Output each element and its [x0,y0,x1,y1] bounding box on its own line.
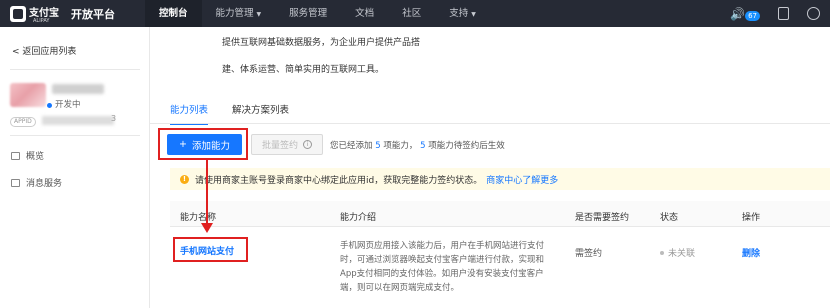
sidebar-item-overview[interactable]: 概览 [11,149,44,162]
nav-support[interactable]: 支持 ▼ [435,0,490,27]
brand-name-en: ALIPAY [33,18,50,24]
chevron-down-icon: ▼ [256,11,262,18]
batch-sign-button[interactable]: 批量签约 i [251,134,323,155]
main-content: 提供互联网基础数据服务，为企业用户提供产品搭 建、体系运营、简单实用的互联网工具… [150,27,830,308]
sidebar-item-message-service[interactable]: 消息服务 [11,176,62,189]
back-to-app-list[interactable]: < 返回应用列表 [12,44,76,57]
th-status: 状态 [660,213,679,223]
nav-capability-management[interactable]: 能力管理 ▼ [202,0,276,27]
speaker-icon: 🔊 [730,6,746,21]
app-avatar [10,83,46,107]
alipay-logo-icon [10,5,26,22]
tab-solution-list[interactable]: 解决方案列表 [232,102,289,125]
user-icon[interactable] [807,7,820,20]
info-icon: i [303,140,312,149]
tab-capability-list[interactable]: 能力列表 [170,102,209,125]
chevron-left-icon: < [12,47,20,57]
warning-icon: ! [180,174,189,184]
alipay-logo[interactable]: 支付宝 ALIPAY 开放平台 [0,5,145,24]
th-action: 操作 [742,213,761,223]
appid-tag: APPID [10,117,36,127]
need-sign-value: 需签约 [575,249,603,259]
notification-badge: 67 [745,10,760,21]
tabs: 能力列表 解决方案列表 [170,102,289,125]
plus-icon: + [179,139,187,150]
th-capability-intro: 能力介绍 [340,213,377,223]
notice-banner: ! 请使用商家主账号登录商家中心绑定此应用id，获取完整能力签约状态。 商家中心… [170,168,830,190]
annotation-arrow-head [201,223,213,233]
overview-icon [11,151,20,160]
appid-tail: 3 [111,114,117,123]
added-summary: 您已经添加 5 项能力， 5 项能力待签约后生效 [330,141,505,151]
chevron-down-icon: ▼ [471,11,476,18]
delete-button[interactable]: 删除 [742,246,760,259]
add-capability-button[interactable]: + 添加能力 [167,134,242,155]
nav-community[interactable]: 社区 [388,0,435,27]
brand-name: 支付宝 [29,7,59,19]
notification-button[interactable]: 🔊 67 [730,7,760,21]
sidebar: < 返回应用列表 开发中 APPID 3 概览 消息服务 [0,27,150,308]
divider [10,69,140,70]
status-value: 未关联 [660,246,695,259]
table-header: 能力名称 能力介绍 是否需要签约 状态 操作 [170,201,830,227]
appid-value-blurred [42,116,114,125]
app-status: 开发中 [55,100,81,110]
nav-service-management[interactable]: 服务管理 [275,0,341,27]
nav-docs[interactable]: 文档 [341,0,388,27]
top-right-tools: 🔊 67 [730,0,820,27]
main-nav: 控制台 能力管理 ▼ 服务管理 文档 社区 支持 ▼ [145,0,490,27]
capability-name-link[interactable]: 手机网站支付 [180,244,234,257]
annotation-arrow [206,160,208,224]
platform-title: 开放平台 [71,7,115,21]
document-icon[interactable] [778,7,789,20]
app-name-blurred [52,84,104,94]
top-navbar: 支付宝 ALIPAY 开放平台 控制台 能力管理 ▼ 服务管理 文档 社区 支持 ▼… [0,0,830,27]
app-description-line2: 建、体系运营、简单实用的互联网工具。 [222,65,385,75]
app-description-line1: 提供互联网基础数据服务，为企业用户提供产品搭 [222,38,421,48]
capability-intro: 手机网页应用接入该能力后，用户在手机网站进行支付时，可通过浏览器唤起支付宝客户端… [340,241,545,293]
th-capability-name: 能力名称 [180,213,217,223]
merchant-center-link[interactable]: 商家中心了解更多 [486,173,558,186]
message-icon [11,178,20,187]
status-dot-icon [660,250,664,255]
th-need-sign: 是否需要签约 [575,213,630,223]
status-dot [47,103,52,108]
nav-console[interactable]: 控制台 [145,0,202,27]
tabs-divider [150,123,830,124]
divider [10,135,140,136]
